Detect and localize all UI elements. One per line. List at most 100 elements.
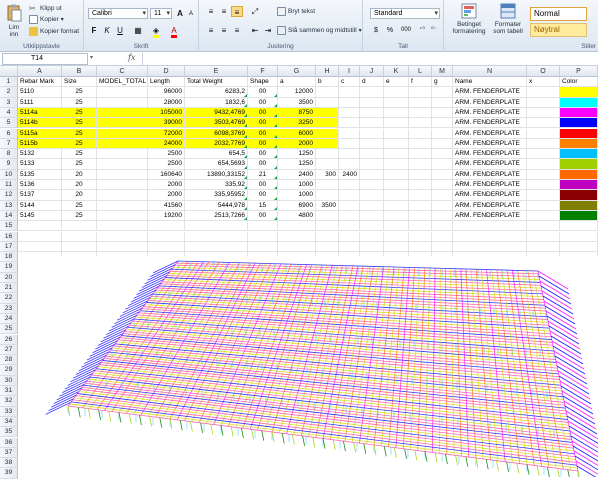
row-header-23[interactable]: 23 xyxy=(0,303,18,314)
table-cell-d[interactable]: 72000 xyxy=(148,128,185,139)
empty-cell[interactable] xyxy=(360,221,384,232)
font-size-select[interactable]: 11 xyxy=(150,8,172,19)
row-header-18[interactable]: 18 xyxy=(0,252,18,263)
color-swatch-cell[interactable] xyxy=(560,87,598,98)
row-header-6[interactable]: 6 xyxy=(0,128,18,139)
header-cell-l[interactable]: f xyxy=(409,77,432,88)
header-cell-j[interactable]: d xyxy=(360,77,384,88)
table-cell-c[interactable] xyxy=(97,107,148,119)
row-header-31[interactable]: 31 xyxy=(0,386,18,397)
table-cell-n[interactable]: ARM. FENDERPLATE xyxy=(453,210,527,222)
table-cell-b[interactable]: 25 xyxy=(62,159,97,170)
column-header-g[interactable]: G xyxy=(278,66,316,77)
row-header-37[interactable]: 37 xyxy=(0,447,18,459)
table-cell-j[interactable] xyxy=(360,118,384,129)
table-cell-d[interactable]: 2000 xyxy=(148,190,185,201)
row-header-38[interactable]: 38 xyxy=(0,458,18,469)
copy-button[interactable]: Kopier ▾ xyxy=(29,15,64,24)
table-cell-h[interactable] xyxy=(316,97,339,108)
table-cell-o[interactable] xyxy=(527,169,560,180)
table-cell-c[interactable] xyxy=(97,97,148,108)
row-header-24[interactable]: 24 xyxy=(0,313,18,325)
name-box[interactable]: T14 xyxy=(2,53,88,65)
select-all-corner[interactable] xyxy=(0,66,18,77)
column-header-i[interactable]: I xyxy=(339,66,360,77)
row-header-33[interactable]: 33 xyxy=(0,406,18,417)
table-cell-i[interactable] xyxy=(339,138,360,150)
row-header-32[interactable]: 32 xyxy=(0,396,18,407)
column-header-l[interactable]: L xyxy=(409,66,432,77)
table-cell-h[interactable] xyxy=(316,180,339,191)
column-header-f[interactable]: F xyxy=(248,66,278,77)
table-cell-k[interactable] xyxy=(384,97,409,108)
empty-cell[interactable] xyxy=(384,241,409,253)
borders-icon[interactable]: ▦ xyxy=(132,25,144,36)
row-header-22[interactable]: 22 xyxy=(0,293,18,304)
color-swatch-cell[interactable] xyxy=(560,180,598,191)
empty-cell[interactable] xyxy=(453,241,527,253)
empty-cell[interactable] xyxy=(560,221,598,232)
column-header-h[interactable]: H xyxy=(316,66,339,77)
table-cell-f[interactable]: 15 xyxy=(248,200,278,211)
table-cell-g[interactable]: 3500 xyxy=(278,97,316,108)
row-header-10[interactable]: 10 xyxy=(0,169,18,180)
table-cell-n[interactable]: ARM. FENDERPLATE xyxy=(453,97,527,108)
table-cell-i[interactable] xyxy=(339,180,360,191)
table-cell-i[interactable] xyxy=(339,87,360,98)
color-swatch-cell[interactable] xyxy=(560,107,598,119)
name-box-dropdown-icon[interactable]: ▾ xyxy=(90,54,93,61)
color-swatch-cell[interactable] xyxy=(560,210,598,222)
row-header-36[interactable]: 36 xyxy=(0,437,18,448)
table-cell-d[interactable]: 2000 xyxy=(148,180,185,191)
header-cell-p[interactable]: Color xyxy=(560,77,598,88)
table-cell-k[interactable] xyxy=(384,87,409,98)
table-cell-n[interactable]: ARM. FENDERPLATE xyxy=(453,107,527,119)
table-cell-e[interactable]: 1832,6 xyxy=(185,97,248,108)
table-cell-l[interactable] xyxy=(409,118,432,129)
header-cell-n[interactable]: Name xyxy=(453,77,527,88)
underline-button[interactable]: U xyxy=(114,25,126,36)
table-cell-f[interactable]: 21 xyxy=(248,169,278,180)
row-header-16[interactable]: 16 xyxy=(0,231,18,242)
table-cell-h[interactable] xyxy=(316,107,339,119)
table-cell-d[interactable]: 24000 xyxy=(148,138,185,150)
column-header-e[interactable]: E xyxy=(185,66,248,77)
color-swatch-cell[interactable] xyxy=(560,169,598,180)
table-cell-h[interactable] xyxy=(316,210,339,222)
table-cell-d[interactable]: 2500 xyxy=(148,149,185,160)
decrease-decimal-icon[interactable]: ⁰⁻ xyxy=(428,25,440,36)
empty-cell[interactable] xyxy=(248,241,278,253)
empty-cell[interactable] xyxy=(560,241,598,253)
column-header-b[interactable]: B xyxy=(62,66,97,77)
table-cell-b[interactable]: 25 xyxy=(62,118,97,129)
fill-color-icon[interactable]: ◈ xyxy=(150,25,162,38)
table-cell-e[interactable]: 3503,4769 xyxy=(185,118,248,129)
cut-button[interactable]: ✂ Klipp ut xyxy=(29,4,62,13)
table-cell-a[interactable]: 5137 xyxy=(18,190,62,201)
table-cell-g[interactable]: 1250 xyxy=(278,159,316,170)
column-header-a[interactable]: A xyxy=(18,66,62,77)
table-cell-d[interactable]: 39000 xyxy=(148,118,185,129)
table-cell-h[interactable]: 3500 xyxy=(316,200,339,211)
row-header-8[interactable]: 8 xyxy=(0,149,18,160)
table-cell-m[interactable] xyxy=(432,200,453,211)
column-header-c[interactable]: C xyxy=(97,66,148,77)
table-cell-k[interactable] xyxy=(384,159,409,170)
table-cell-g[interactable]: 8750 xyxy=(278,107,316,119)
percent-button[interactable]: % xyxy=(384,25,396,36)
table-cell-l[interactable] xyxy=(409,107,432,119)
row-header-5[interactable]: 5 xyxy=(0,118,18,129)
table-cell-j[interactable] xyxy=(360,210,384,222)
table-cell-n[interactable]: ARM. FENDERPLATE xyxy=(453,169,527,180)
row-header-3[interactable]: 3 xyxy=(0,97,18,108)
table-cell-n[interactable]: ARM. FENDERPLATE xyxy=(453,180,527,191)
header-cell-h[interactable]: b xyxy=(316,77,339,88)
table-cell-g[interactable]: 12000 xyxy=(278,87,316,98)
table-cell-l[interactable] xyxy=(409,180,432,191)
table-cell-b[interactable]: 25 xyxy=(62,200,97,211)
row-header-15[interactable]: 15 xyxy=(0,221,18,232)
table-cell-e[interactable]: 335,92 xyxy=(185,180,248,191)
table-cell-h[interactable] xyxy=(316,118,339,129)
table-cell-k[interactable] xyxy=(384,190,409,201)
table-cell-c[interactable] xyxy=(97,200,148,211)
